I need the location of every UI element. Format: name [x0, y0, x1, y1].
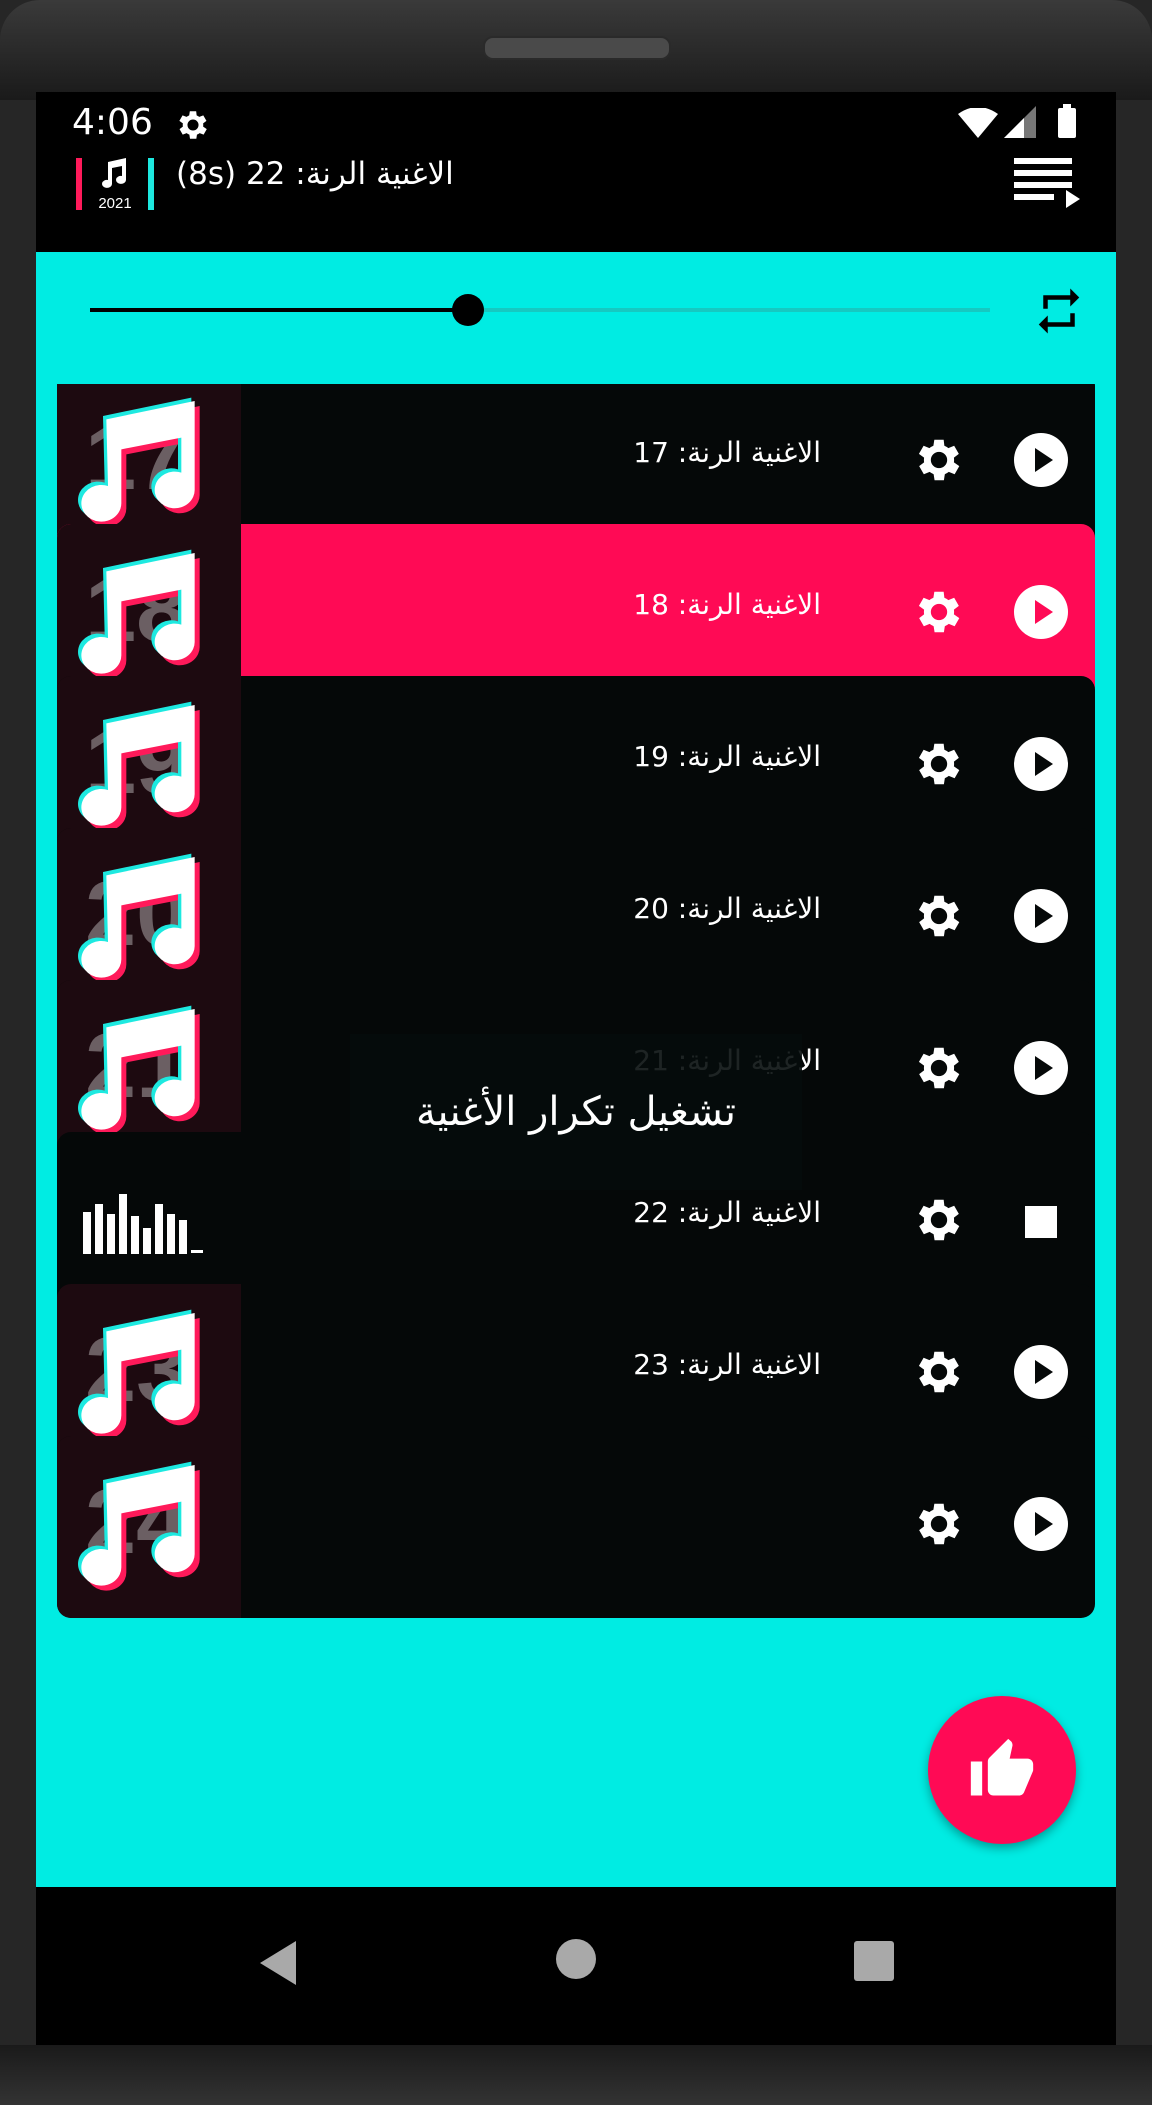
music-note-icon	[78, 1309, 200, 1439]
device-frame-top	[0, 0, 1152, 100]
ringtone-row[interactable]: 24	[57, 1436, 1095, 1618]
gear-icon[interactable]	[911, 1496, 967, 1552]
music-note-icon	[102, 158, 126, 188]
play-icon[interactable]	[1013, 736, 1069, 792]
nav-back-icon[interactable]	[252, 1935, 308, 1991]
device-frame-bottom	[0, 2045, 1152, 2105]
gear-icon[interactable]	[911, 1192, 967, 1248]
gear-icon[interactable]	[911, 736, 967, 792]
gear-icon[interactable]	[911, 584, 967, 640]
gear-icon[interactable]	[911, 888, 967, 944]
toast-message: تشغيل تكرار الأغنية	[350, 1034, 802, 1190]
repeat-icon[interactable]	[1032, 284, 1086, 338]
app-logo: 2021	[76, 158, 154, 212]
play-icon[interactable]	[1013, 1344, 1069, 1400]
wifi-icon	[958, 108, 998, 138]
device-speaker	[483, 36, 671, 60]
play-icon[interactable]	[1013, 1040, 1069, 1096]
logo-year: 2021	[98, 195, 132, 212]
ringtone-title: الاغنية الرنة: 22	[633, 1196, 821, 1229]
like-button[interactable]	[928, 1696, 1076, 1844]
gear-icon[interactable]	[911, 1040, 967, 1096]
battery-icon	[1058, 104, 1076, 138]
equalizer-icon	[83, 1194, 203, 1254]
play-icon[interactable]	[1013, 432, 1069, 488]
music-note-icon	[78, 549, 200, 679]
cell-signal-icon	[1004, 106, 1036, 138]
status-time: 4:06	[72, 102, 153, 143]
play-icon[interactable]	[1013, 584, 1069, 640]
play-icon[interactable]	[1013, 1496, 1069, 1552]
now-playing-title: الاغنية الرنة: 22 (8s)	[176, 156, 454, 192]
stop-icon[interactable]	[1025, 1206, 1057, 1238]
navigation-bar	[36, 1887, 1116, 2045]
ringtone-title: الاغنية الرنة: 23	[633, 1348, 821, 1381]
seek-thumb[interactable]	[452, 294, 484, 326]
music-note-icon	[78, 853, 200, 983]
phone-screen: 4:06 2021 الاغنية الرنة: 22 (8s) 17 الاغ…	[36, 92, 1116, 2045]
play-icon[interactable]	[1013, 888, 1069, 944]
ringtone-title: الاغنية الرنة: 19	[633, 740, 821, 773]
nav-recents-icon[interactable]	[854, 1941, 894, 1981]
thumbs-up-icon	[970, 1738, 1034, 1796]
music-note-icon	[78, 397, 200, 527]
gear-icon[interactable]	[911, 432, 967, 488]
music-note-icon	[78, 701, 200, 831]
music-note-icon	[78, 1461, 200, 1591]
seek-progress	[90, 308, 468, 312]
ringtone-title: الاغنية الرنة: 17	[633, 436, 821, 469]
ringtone-thumbnail: 24	[57, 1436, 241, 1618]
ringtone-title: الاغنية الرنة: 18	[633, 588, 821, 621]
ringtone-title: الاغنية الرنة: 20	[633, 892, 821, 925]
settings-notification-icon	[179, 111, 207, 139]
gear-icon[interactable]	[911, 1344, 967, 1400]
music-note-icon	[78, 1005, 200, 1135]
status-bar: 4:06	[36, 92, 1116, 158]
playlist-icon[interactable]	[1014, 152, 1080, 208]
nav-home-icon[interactable]	[556, 1939, 596, 1979]
